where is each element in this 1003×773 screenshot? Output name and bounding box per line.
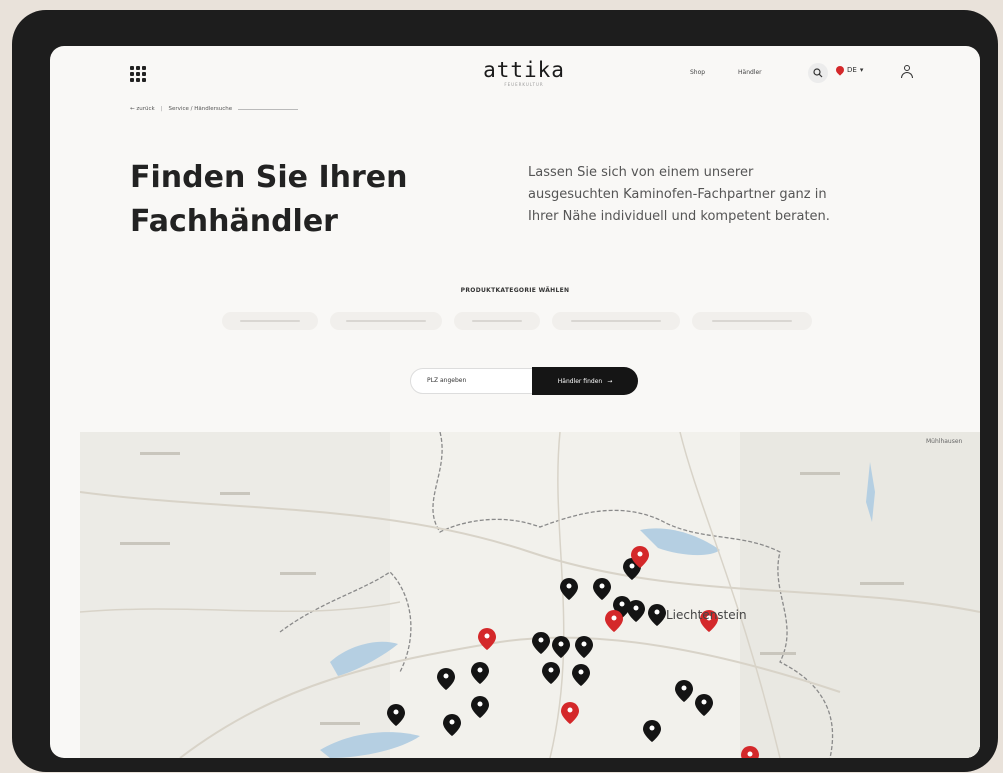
account-icon[interactable]: [900, 64, 914, 80]
breadcrumb-current[interactable]: Service / Händlersuche: [169, 106, 233, 112]
category-chip[interactable]: [692, 312, 812, 330]
breadcrumb-separator: |: [160, 106, 163, 112]
category-chip[interactable]: [552, 312, 680, 330]
category-filter-row: [222, 312, 822, 332]
category-chip[interactable]: [454, 312, 540, 330]
arrow-right-icon: →: [607, 377, 613, 385]
page-title: Finden Sie Ihren Fachhändler: [130, 160, 408, 239]
menu-grid-icon[interactable]: [130, 66, 146, 82]
logo-tagline: FEUERKULTUR: [504, 82, 544, 87]
find-dealer-label: Händler finden: [557, 377, 603, 385]
search-button[interactable]: [808, 63, 828, 83]
category-chip[interactable]: [222, 312, 318, 330]
find-dealer-button[interactable]: Händler finden →: [532, 367, 638, 395]
brand-logo[interactable]: attika FEUERKULTUR: [474, 58, 574, 87]
map-canvas: [80, 432, 980, 758]
tablet-frame: attika FEUERKULTUR Shop Händler DE ▾ ← z…: [12, 10, 998, 772]
logo-text: attika: [483, 58, 565, 82]
breadcrumb-back-link[interactable]: ← zurück: [130, 106, 155, 112]
language-label: DE: [847, 66, 857, 74]
nav-link-shop[interactable]: Shop: [690, 69, 705, 76]
dealer-map[interactable]: Liechtenstein Mühlhausen: [80, 432, 980, 758]
search-icon: [813, 68, 823, 78]
chevron-down-icon: ▾: [859, 66, 864, 74]
map-city-label: Liechtenstein: [666, 608, 747, 622]
nav-link-haendler[interactable]: Händler: [738, 69, 762, 76]
zip-code-input[interactable]: PLZ angeben: [410, 368, 534, 394]
category-chip[interactable]: [330, 312, 442, 330]
language-selector[interactable]: DE ▾: [834, 64, 864, 76]
category-label: PRODUKTKATEGORIE WÄHLEN: [460, 287, 570, 294]
breadcrumb: ← zurück | Service / Händlersuche: [130, 106, 299, 112]
breadcrumb-underline: [238, 108, 299, 110]
location-pin-icon: [834, 64, 846, 76]
map-corner-label: Mühlhausen: [926, 438, 963, 445]
intro-text: Lassen Sie sich von einem unserer ausges…: [528, 165, 830, 224]
browser-screen: attika FEUERKULTUR Shop Händler DE ▾ ← z…: [50, 46, 980, 758]
